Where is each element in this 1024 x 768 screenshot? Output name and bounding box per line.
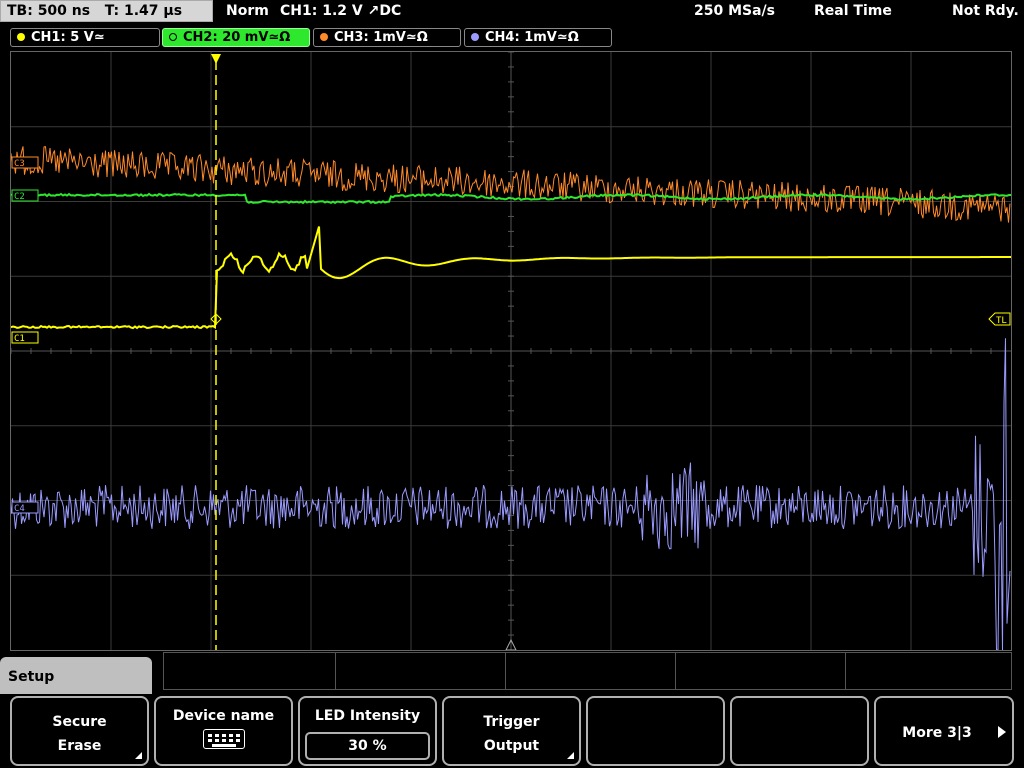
more-softkey[interactable]: More 3|3	[874, 696, 1014, 766]
ch4-marker-label: C4	[14, 504, 25, 514]
sample-rate: 250 MSa/s	[694, 3, 776, 19]
trigger-mode[interactable]: Norm	[226, 3, 269, 19]
ch4-ground-marker[interactable]: C4	[11, 501, 39, 514]
ch4-indicator-icon	[471, 33, 479, 41]
next-page-arrow-icon	[998, 726, 1006, 738]
trigger-time-value: T: 1.47 µs	[104, 3, 183, 19]
trigger-level-marker[interactable]: TL	[988, 312, 1011, 326]
secure-erase-softkey[interactable]: Secure Erase	[10, 696, 149, 766]
softkey-label: Device name	[172, 708, 275, 724]
submenu-corner-icon	[567, 752, 574, 759]
softkey-label: LED Intensity	[314, 708, 421, 724]
led-intensity-value[interactable]: 30 %	[305, 732, 430, 760]
softkey-label: More 3|3	[902, 725, 972, 741]
ch3-marker-label: C3	[14, 159, 25, 169]
channel-tab-label: CH3: 1mV≃Ω	[334, 30, 428, 45]
softkey-label: Erase	[57, 738, 102, 754]
trigger-status: Not Rdy.	[952, 3, 1019, 19]
channel-tab-ch3[interactable]: CH3: 1mV≃Ω	[313, 28, 461, 47]
channel-tab-label: CH2: 20 mV≃Ω	[183, 30, 291, 45]
ch3-indicator-icon	[320, 33, 328, 41]
strip-divider	[335, 653, 336, 689]
zoom-strip	[163, 652, 1012, 690]
channel-tab-label: CH4: 1mV≃Ω	[485, 30, 579, 45]
timebase-value: TB: 500 ns	[7, 3, 91, 19]
menu-title: Setup	[8, 669, 55, 685]
empty-softkey[interactable]	[730, 696, 869, 766]
ch1-indicator-icon	[17, 33, 25, 41]
ch2-marker-label: C2	[14, 192, 25, 202]
ch1-ground-marker[interactable]: C1	[11, 331, 39, 344]
waveform-display[interactable]: T C1 C2 C3 C4 TL	[10, 51, 1012, 651]
keyboard-icon	[203, 729, 245, 749]
ch1-marker-label: C1	[14, 334, 25, 344]
timebase-box[interactable]: TB: 500 ns T: 1.47 µs	[0, 0, 213, 22]
channel-tab-ch2[interactable]: CH2: 20 mV≃Ω	[162, 28, 310, 47]
trigger-source-info[interactable]: CH1: 1.2 V ↗DC	[280, 3, 401, 19]
channel-tabs: CH1: 5 V≃ CH2: 20 mV≃Ω CH3: 1mV≃Ω CH4: 1…	[0, 25, 1024, 49]
status-bar: TB: 500 ns T: 1.47 µs Norm CH1: 1.2 V ↗D…	[0, 0, 1024, 24]
ch2-indicator-icon	[169, 33, 177, 41]
trigger-position-icon[interactable]	[211, 54, 221, 64]
menu-title-tab: Setup	[0, 657, 152, 697]
graticule	[11, 52, 1011, 650]
led-intensity-softkey[interactable]: LED Intensity 30 %	[298, 696, 437, 766]
ch2-ground-marker[interactable]: C2	[11, 189, 39, 202]
strip-divider	[675, 653, 676, 689]
softkey-label: Output	[483, 738, 540, 754]
strip-divider	[505, 653, 506, 689]
channel-tab-ch1[interactable]: CH1: 5 V≃	[10, 28, 160, 47]
trigger-level-label: TL	[996, 316, 1007, 326]
submenu-corner-icon	[135, 752, 142, 759]
channel-tab-ch4[interactable]: CH4: 1mV≃Ω	[464, 28, 612, 47]
softkey-label: Trigger	[483, 714, 540, 730]
acquisition-mode: Real Time	[814, 3, 892, 19]
trigger-output-softkey[interactable]: Trigger Output	[442, 696, 581, 766]
channel-tab-label: CH1: 5 V≃	[31, 30, 105, 45]
softkey-bar: Secure Erase Device name LED Intensity 3…	[0, 694, 1024, 768]
device-name-softkey[interactable]: Device name	[154, 696, 293, 766]
softkey-label: Secure	[52, 714, 107, 730]
ch3-ground-marker[interactable]: C3	[11, 156, 39, 169]
empty-softkey[interactable]	[586, 696, 725, 766]
strip-divider	[845, 653, 846, 689]
